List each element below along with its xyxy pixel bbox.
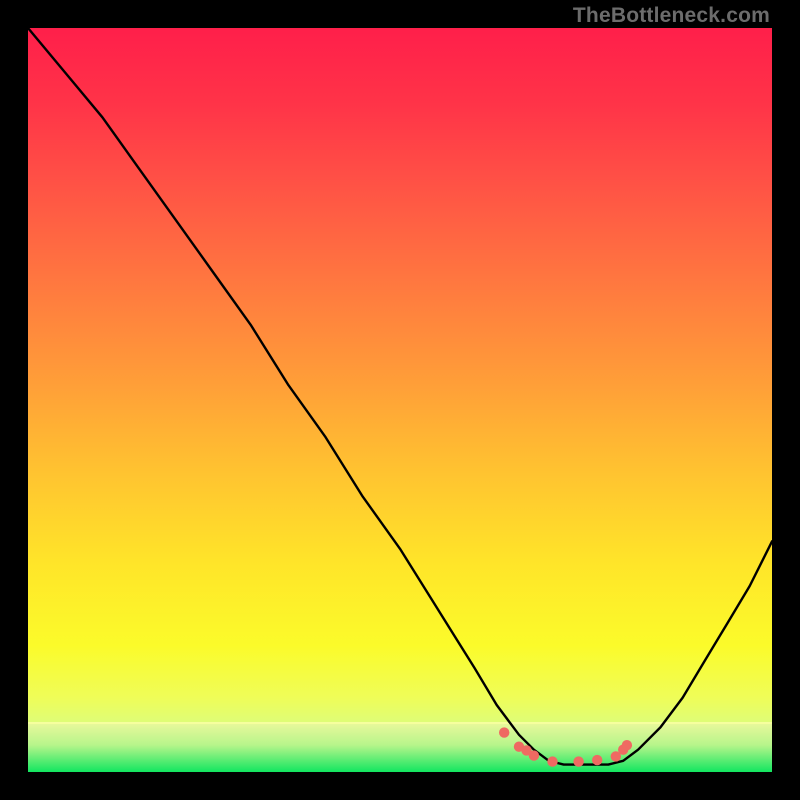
chart-background bbox=[28, 28, 772, 772]
watermark-text: TheBottleneck.com bbox=[573, 4, 770, 28]
marker-dot bbox=[573, 756, 583, 766]
marker-dot bbox=[499, 727, 509, 737]
optimal-band-topline bbox=[28, 722, 772, 724]
optimal-band bbox=[28, 723, 772, 772]
marker-dot bbox=[529, 750, 539, 760]
chart-plot bbox=[28, 28, 772, 772]
chart-frame bbox=[28, 28, 772, 772]
marker-dot bbox=[547, 756, 557, 766]
marker-dot bbox=[622, 740, 632, 750]
marker-dot bbox=[592, 755, 602, 765]
